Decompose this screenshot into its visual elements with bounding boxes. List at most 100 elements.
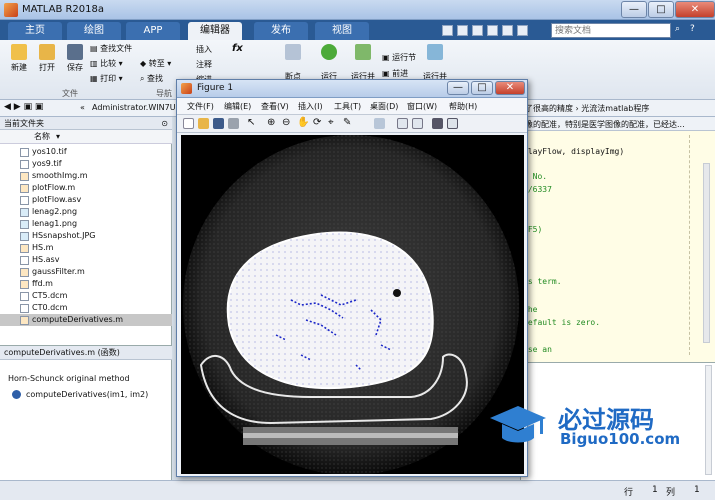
run-section-button[interactable]: ▣ 运行节 bbox=[382, 52, 416, 63]
file-icon bbox=[20, 292, 29, 301]
tab-apps[interactable]: APP bbox=[126, 22, 180, 40]
tab-home[interactable]: 主页 bbox=[8, 22, 62, 40]
file-name: ffd.m bbox=[32, 279, 53, 288]
figure-toolbar: ↖ ⊕ ⊖ ✋ ⟳ ⌖ ✎ bbox=[177, 115, 527, 133]
list-item[interactable]: smoothImg.m bbox=[0, 170, 172, 182]
file-name: gaussFilter.m bbox=[32, 267, 85, 276]
run-button[interactable]: 运行 bbox=[316, 44, 342, 82]
comment-label: 注释 bbox=[196, 60, 212, 69]
m-file-icon bbox=[20, 172, 29, 181]
new-figure-icon[interactable] bbox=[183, 118, 194, 129]
insert-button[interactable]: 插入 bbox=[196, 44, 212, 55]
list-item[interactable]: ffd.m bbox=[0, 278, 172, 290]
list-item[interactable]: plotFlow.asv bbox=[0, 194, 172, 206]
maximize-button[interactable]: □ bbox=[648, 1, 674, 18]
compare-label: 比较 bbox=[100, 59, 117, 68]
tab-editor[interactable]: 编辑器 bbox=[188, 22, 242, 40]
goto-button[interactable]: ◆ 转至 ▾ bbox=[140, 58, 171, 69]
menu-window[interactable]: 窗口(W) bbox=[407, 101, 437, 112]
list-item[interactable]: yos10.tif bbox=[0, 146, 172, 158]
find-button[interactable]: ⌕ 查找 bbox=[140, 73, 163, 84]
menu-insert[interactable]: 插入(I) bbox=[298, 101, 323, 112]
menu-file[interactable]: 文件(F) bbox=[187, 101, 214, 112]
list-item[interactable]: CT5.dcm bbox=[0, 290, 172, 302]
search-documentation-input[interactable] bbox=[551, 23, 671, 38]
editor-scrollbar[interactable] bbox=[703, 163, 710, 343]
menu-edit[interactable]: 编辑(E) bbox=[224, 101, 251, 112]
section-file-label: 文件 bbox=[62, 89, 78, 98]
code-editor[interactable]: 像的配准，特别是医学图像的配准，已经达... playFlow, display… bbox=[520, 117, 715, 362]
run-section-label: 运行节 bbox=[392, 53, 417, 62]
list-item[interactable]: plotFlow.m bbox=[0, 182, 172, 194]
window-title: MATLAB R2018a bbox=[22, 4, 105, 15]
breakpoints-button[interactable]: 断点 bbox=[280, 44, 306, 82]
rotate-3d-icon[interactable]: ⟳ bbox=[313, 117, 321, 128]
list-item[interactable]: HS.m bbox=[0, 242, 172, 254]
name-column-label: 名称 bbox=[34, 132, 50, 141]
list-item[interactable]: HS.asv bbox=[0, 254, 172, 266]
m-file-icon bbox=[20, 184, 29, 193]
figure-close-button[interactable]: ✕ bbox=[495, 81, 525, 95]
list-item[interactable]: HSsnapshot.JPG bbox=[0, 230, 172, 242]
search-icon[interactable]: ⌕ bbox=[675, 24, 687, 37]
file-name: computeDerivatives.m bbox=[32, 315, 124, 324]
show-plot-tools-icon[interactable] bbox=[447, 118, 458, 129]
save-figure-icon[interactable] bbox=[213, 118, 224, 129]
list-item[interactable]: CT0.dcm bbox=[0, 302, 172, 314]
list-item[interactable]: gaussFilter.m bbox=[0, 266, 172, 278]
list-item[interactable]: lenag2.png bbox=[0, 206, 172, 218]
figure-image-axes[interactable] bbox=[181, 135, 524, 474]
new-button[interactable]: 新建 bbox=[6, 44, 32, 73]
data-cursor-icon[interactable]: ⌖ bbox=[328, 117, 334, 128]
zoom-out-icon[interactable]: ⊖ bbox=[282, 117, 290, 128]
list-item[interactable]: yos9.tif bbox=[0, 158, 172, 170]
advance-button[interactable]: ▣ 前进 bbox=[382, 68, 408, 79]
line-label: 行 bbox=[624, 488, 634, 498]
function-signature[interactable]: computeDerivatives(im1, im2) bbox=[26, 390, 148, 399]
command-scrollbar[interactable] bbox=[705, 365, 712, 475]
tab-publish[interactable]: 发布 bbox=[254, 22, 308, 40]
fx-icon[interactable]: fx bbox=[232, 43, 243, 54]
minimize-button[interactable]: — bbox=[621, 1, 647, 18]
tab-plots[interactable]: 绘图 bbox=[67, 22, 121, 40]
panel-menu-icon[interactable]: ⊙ bbox=[161, 117, 168, 130]
help-icon[interactable]: ? bbox=[690, 24, 702, 37]
run-and-advance-button[interactable]: 运行并 bbox=[348, 44, 378, 82]
breakpoint-icon bbox=[285, 44, 301, 60]
comment-button[interactable]: 注释 bbox=[196, 59, 212, 70]
menu-view[interactable]: 查看(V) bbox=[261, 101, 289, 112]
menu-tools[interactable]: 工具(T) bbox=[334, 101, 361, 112]
find-files-button[interactable]: ▤ 查找文件 bbox=[90, 43, 132, 54]
close-button[interactable]: ✕ bbox=[675, 1, 715, 18]
figure-title-bar[interactable]: Figure 1 — □ ✕ bbox=[177, 80, 527, 98]
menu-help[interactable]: 帮助(H) bbox=[449, 101, 477, 112]
legend-icon[interactable] bbox=[412, 118, 423, 129]
open-file-icon[interactable] bbox=[198, 118, 209, 129]
pan-hand-icon[interactable]: ✋ bbox=[297, 117, 309, 128]
zoom-in-icon[interactable]: ⊕ bbox=[267, 117, 275, 128]
print-button[interactable]: ▦ 打印 ▾ bbox=[90, 73, 123, 84]
back-icon[interactable]: ◀ ▶ ▣ ▣ bbox=[4, 102, 43, 112]
edit-plot-arrow-icon[interactable]: ↖ bbox=[247, 117, 255, 128]
menu-desktop[interactable]: 桌面(D) bbox=[370, 101, 398, 112]
compare-button[interactable]: ▥ 比较 ▾ bbox=[90, 58, 123, 69]
run-icon bbox=[321, 44, 337, 60]
new-icon bbox=[11, 44, 27, 60]
matlab-logo-icon bbox=[4, 3, 18, 17]
figure-maximize-button[interactable]: □ bbox=[471, 81, 493, 95]
figure-minimize-button[interactable]: — bbox=[447, 81, 469, 95]
figure-window[interactable]: Figure 1 — □ ✕ 文件(F) 编辑(E) 查看(V) 插入(I) 工… bbox=[176, 79, 528, 477]
save-button[interactable]: 保存 bbox=[62, 44, 88, 73]
list-item-selected[interactable]: computeDerivatives.m bbox=[0, 314, 172, 326]
run-and-time-button[interactable]: 运行并 bbox=[420, 44, 450, 82]
link-plot-icon[interactable] bbox=[374, 118, 385, 129]
list-item[interactable]: lenag1.png bbox=[0, 218, 172, 230]
name-column-header[interactable]: 名称 ▾ bbox=[0, 130, 172, 144]
open-button[interactable]: 打开 bbox=[34, 44, 60, 73]
hide-plot-tools-icon[interactable] bbox=[432, 118, 443, 129]
brush-icon[interactable]: ✎ bbox=[343, 117, 351, 128]
colorbar-icon[interactable] bbox=[397, 118, 408, 129]
editor-hint: 像的配准，特别是医学图像的配准，已经达... bbox=[525, 120, 685, 129]
print-figure-icon[interactable] bbox=[228, 118, 239, 129]
tab-view[interactable]: 视图 bbox=[315, 22, 369, 40]
